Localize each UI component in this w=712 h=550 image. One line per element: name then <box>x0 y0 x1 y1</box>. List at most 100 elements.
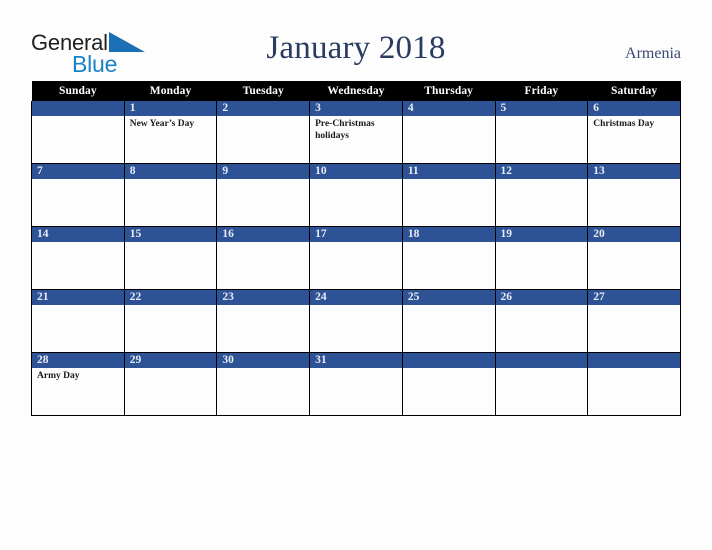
calendar-day-cell[interactable]: 16 <box>216 226 311 290</box>
calendar-week-row: 14 15 16 17 18 19 20 <box>31 226 681 290</box>
day-event-text <box>217 116 309 119</box>
weekday-header-tuesday: Tuesday <box>216 81 310 101</box>
day-number: 23 <box>217 290 310 305</box>
day-number: 29 <box>124 353 217 368</box>
day-number: 14 <box>32 227 124 242</box>
calendar-day-cell[interactable]: 17 <box>309 226 403 290</box>
day-number: 17 <box>310 227 402 242</box>
calendar-week-row: 1 New Year’s Day 2 3 Pre-Christmas holidays 4… <box>31 101 681 164</box>
calendar-day-cell[interactable]: 15 <box>123 226 218 290</box>
calendar-day-cell[interactable] <box>31 101 125 164</box>
calendar-day-cell[interactable]: 5 <box>494 101 589 164</box>
calendar-day-cell[interactable] <box>587 352 681 416</box>
calendar-day-cell[interactable]: 9 <box>216 163 311 227</box>
day-event-text <box>496 179 588 182</box>
weekday-header-wednesday: Wednesday <box>309 81 403 101</box>
day-event-text <box>403 305 495 308</box>
day-event-text <box>403 368 495 371</box>
page-title: January 2018 <box>266 30 446 66</box>
day-number: 18 <box>402 227 495 242</box>
day-event-text <box>32 179 124 182</box>
calendar-day-cell[interactable]: 14 <box>31 226 125 290</box>
calendar-day-cell[interactable] <box>401 352 496 416</box>
day-event-text <box>32 305 124 308</box>
calendar-day-cell[interactable]: 22 <box>123 289 218 353</box>
day-event-text <box>217 179 309 182</box>
weekday-header-saturday: Saturday <box>587 81 681 101</box>
calendar-day-cell[interactable]: 13 <box>587 163 681 227</box>
day-event-text <box>32 242 124 245</box>
calendar-day-cell[interactable]: 21 <box>31 289 125 353</box>
day-number: 4 <box>402 101 495 116</box>
day-number: 15 <box>124 227 217 242</box>
weekday-header-friday: Friday <box>495 81 588 101</box>
calendar-day-cell[interactable]: 10 <box>309 163 403 227</box>
day-event-text <box>496 116 588 119</box>
day-number: 9 <box>217 164 310 179</box>
day-event-text <box>217 368 309 371</box>
day-number: 30 <box>217 353 310 368</box>
calendar-day-cell[interactable]: 6 Christmas Day <box>587 101 681 164</box>
day-number: 11 <box>402 164 495 179</box>
calendar-day-cell[interactable]: 12 <box>494 163 589 227</box>
day-event-text <box>588 242 680 245</box>
day-event-text <box>217 242 309 245</box>
day-event-text <box>125 368 217 371</box>
day-number: 21 <box>32 290 124 305</box>
day-number: 6 <box>588 101 680 116</box>
calendar-day-cell[interactable]: 18 <box>401 226 496 290</box>
calendar-day-cell[interactable]: 24 <box>309 289 403 353</box>
country-label: Armenia <box>625 45 681 62</box>
day-number <box>32 101 124 116</box>
day-number: 8 <box>124 164 217 179</box>
calendar-page: General Blue January 2018 Armenia Sunday… <box>0 0 712 550</box>
calendar-day-cell[interactable]: 25 <box>401 289 496 353</box>
calendar-day-cell[interactable]: 4 <box>401 101 496 164</box>
weekday-header-row: Sunday Monday Tuesday Wednesday Thursday… <box>31 81 681 101</box>
day-number: 16 <box>217 227 310 242</box>
day-event-text <box>32 116 124 119</box>
calendar-day-cell[interactable]: 20 <box>587 226 681 290</box>
calendar-day-cell[interactable]: 7 <box>31 163 125 227</box>
day-number: 3 <box>310 101 402 116</box>
calendar-day-cell[interactable]: 8 <box>123 163 218 227</box>
calendar-day-cell[interactable]: 2 <box>216 101 311 164</box>
calendar-day-cell[interactable]: 19 <box>494 226 589 290</box>
day-number: 2 <box>217 101 310 116</box>
calendar-day-cell[interactable]: 23 <box>216 289 311 353</box>
day-number: 25 <box>402 290 495 305</box>
calendar-day-cell[interactable]: 27 <box>587 289 681 353</box>
day-event-text: Army Day <box>37 371 80 381</box>
day-event-text <box>403 116 495 119</box>
day-event-text: Christmas Day <box>593 119 655 129</box>
day-event-text <box>125 179 217 182</box>
day-event-text: Pre-Christmas holidays <box>315 119 375 141</box>
calendar-day-cell[interactable] <box>494 352 589 416</box>
day-number: 31 <box>310 353 402 368</box>
calendar-day-cell[interactable]: 1 New Year’s Day <box>123 101 218 164</box>
day-number: 10 <box>310 164 402 179</box>
day-event-text <box>403 179 495 182</box>
calendar-week-row: 21 22 23 24 25 26 27 <box>31 289 681 353</box>
day-number: 22 <box>124 290 217 305</box>
day-event-text <box>217 305 309 308</box>
day-event-text <box>588 179 680 182</box>
calendar-grid: Sunday Monday Tuesday Wednesday Thursday… <box>31 81 681 416</box>
day-event-text: New Year’s Day <box>129 119 195 129</box>
day-event-text <box>588 305 680 308</box>
weekday-header-monday: Monday <box>124 81 217 101</box>
calendar-day-cell[interactable]: 28 Army Day <box>31 352 125 416</box>
day-number: 1 <box>124 101 217 116</box>
day-number: 27 <box>588 290 680 305</box>
calendar-day-cell[interactable]: 31 <box>309 352 403 416</box>
day-event-text <box>125 305 217 308</box>
calendar-day-cell[interactable]: 26 <box>494 289 589 353</box>
day-number <box>588 353 680 368</box>
calendar-day-cell[interactable]: 30 <box>216 352 311 416</box>
day-event-text <box>310 368 402 371</box>
calendar-day-cell[interactable]: 11 <box>401 163 496 227</box>
calendar-day-cell[interactable]: 3 Pre-Christmas holidays <box>309 101 403 164</box>
calendar-day-cell[interactable]: 29 <box>123 352 218 416</box>
calendar-body: 1 New Year’s Day 2 3 Pre-Christmas holidays 4… <box>31 101 681 416</box>
calendar-week-row: 28 Army Day 29 30 31 <box>31 352 681 416</box>
